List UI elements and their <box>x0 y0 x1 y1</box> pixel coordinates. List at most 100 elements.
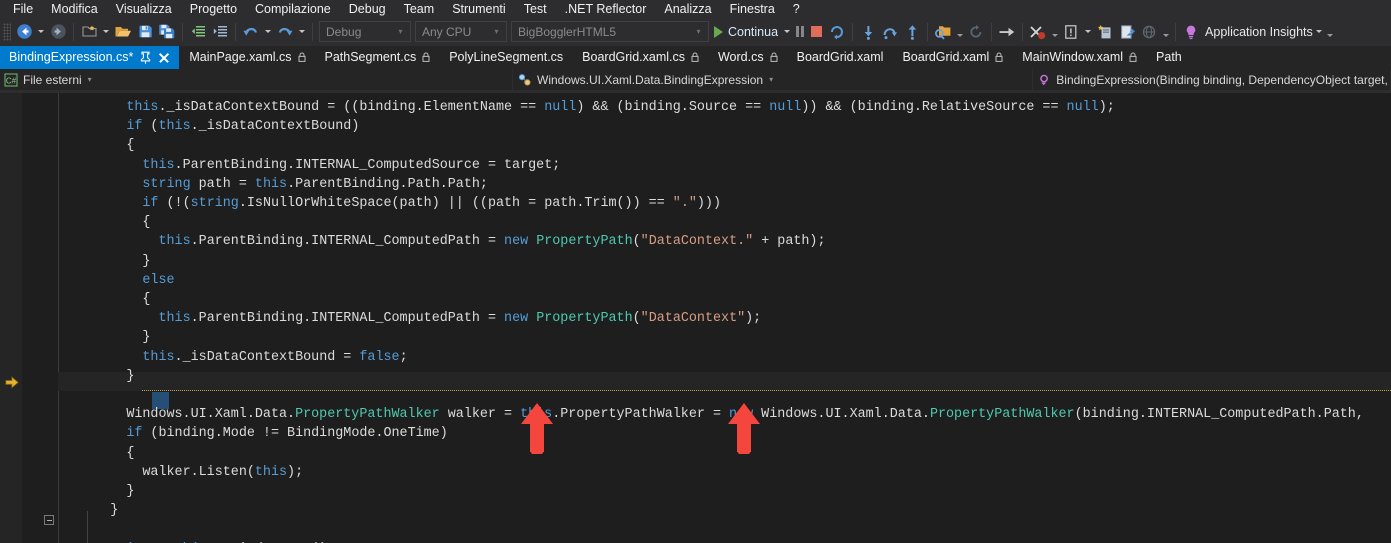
menu-item-compilazione[interactable]: Compilazione <box>246 0 340 18</box>
code-line[interactable]: else <box>142 271 174 290</box>
code-line[interactable]: } <box>126 482 134 501</box>
code-editor[interactable]: this._isDataContextBound = ((binding.Ele… <box>0 93 1391 543</box>
code-line[interactable]: string path = this.ParentBinding.Path.Pa… <box>142 175 488 194</box>
code-text[interactable]: this._isDataContextBound = ((binding.Ele… <box>62 93 1391 543</box>
code-token: PropertyPath <box>536 234 632 249</box>
code-line[interactable]: private object FindSource() <box>110 540 327 543</box>
code-line[interactable]: { <box>126 136 134 155</box>
pause-icon[interactable] <box>796 26 804 37</box>
menu-item-modifica[interactable]: Modifica <box>42 0 107 18</box>
step-into-button[interactable] <box>857 21 879 43</box>
redo-dropdown[interactable] <box>296 21 308 43</box>
code-line[interactable]: if (!(string.IsNullOrWhiteSpace(path) ||… <box>142 194 721 213</box>
menu-item-finestra[interactable]: Finestra <box>721 0 784 18</box>
code-line[interactable]: } <box>110 501 118 520</box>
menu-item-net-reflector[interactable]: .NET Reflector <box>556 0 656 18</box>
code-line[interactable]: } <box>142 328 150 347</box>
close-tab-icon[interactable] <box>158 52 170 64</box>
menu-item-strumenti[interactable]: Strumenti <box>443 0 515 18</box>
indicator-margin[interactable] <box>0 93 22 543</box>
undo-dropdown[interactable] <box>262 21 274 43</box>
code-line[interactable]: } <box>142 252 150 271</box>
code-line[interactable]: this.ParentBinding.INTERNAL_ComputedPath… <box>158 309 761 328</box>
code-line[interactable]: { <box>142 213 150 232</box>
navigate-forward-button[interactable] <box>47 21 69 43</box>
refresh-button[interactable] <box>965 21 987 43</box>
menu-item-[interactable]: ? <box>784 0 809 18</box>
new-project-button[interactable] <box>78 21 100 43</box>
redo-button[interactable] <box>274 21 296 43</box>
code-line[interactable]: this.ParentBinding.INTERNAL_ComputedPath… <box>158 232 825 251</box>
new-item-button[interactable] <box>1094 21 1116 43</box>
code-line[interactable]: { <box>126 444 134 463</box>
open-file-button[interactable] <box>112 21 134 43</box>
go-to-button[interactable] <box>996 21 1018 43</box>
code-line[interactable]: this._isDataContextBound = false; <box>142 348 407 367</box>
save-button[interactable] <box>134 21 156 43</box>
document-tab[interactable]: MainPage.xaml.cs <box>180 46 315 69</box>
startup-project-combo[interactable]: BigBogglerHTML5 ▾ <box>511 21 709 42</box>
code-line[interactable]: walker.Listen(this); <box>142 463 303 482</box>
find-overflow[interactable] <box>954 21 965 43</box>
solution-platform-combo[interactable]: Any CPU ▾ <box>415 21 507 42</box>
code-token: ); <box>1099 100 1115 115</box>
document-tab-label: Path <box>1156 46 1182 69</box>
warning-button[interactable] <box>1060 21 1082 43</box>
find-in-files-button[interactable] <box>932 21 954 43</box>
document-tab[interactable]: MainWindow.xaml <box>1013 46 1147 69</box>
toolbar-grip[interactable] <box>3 23 11 41</box>
menu-item-analizza[interactable]: Analizza <box>655 0 720 18</box>
document-tab[interactable]: Path <box>1147 46 1192 69</box>
navigate-back-dropdown[interactable] <box>35 21 47 43</box>
code-line[interactable]: if (binding.Mode != BindingMode.OneTime) <box>126 424 447 443</box>
web-overflow[interactable] <box>1160 21 1171 43</box>
code-line[interactable]: this._isDataContextBound = ((binding.Ele… <box>126 98 1114 117</box>
menu-item-debug[interactable]: Debug <box>340 0 395 18</box>
menu-item-team[interactable]: Team <box>395 0 444 18</box>
warning-dropdown[interactable] <box>1082 21 1094 43</box>
document-tab[interactable]: PolyLineSegment.cs <box>440 46 573 69</box>
decrease-indent-button[interactable] <box>187 21 209 43</box>
toolbar-overflow[interactable] <box>1325 21 1336 43</box>
document-tab[interactable]: PathSegment.cs <box>316 46 441 69</box>
menu-item-visualizza[interactable]: Visualizza <box>107 0 181 18</box>
save-all-button[interactable] <box>156 21 178 43</box>
code-line[interactable]: { <box>142 290 150 309</box>
menu-item-file[interactable]: File <box>4 0 42 18</box>
breakpoints-button[interactable] <box>1027 21 1049 43</box>
web-button[interactable] <box>1138 21 1160 43</box>
stop-debugging-icon[interactable] <box>811 26 822 37</box>
step-out-button[interactable] <box>901 21 923 43</box>
navbar-type-dropdown[interactable]: Windows.UI.Xaml.Data.BindingExpression ▾ <box>513 69 1033 90</box>
navbar-member-dropdown[interactable]: BindingExpression(Binding binding, Depen… <box>1033 69 1391 90</box>
document-tab[interactable]: BoardGrid.xaml.cs <box>573 46 709 69</box>
collapse-minus-icon[interactable] <box>44 515 54 525</box>
application-insights-dropdown[interactable] <box>1313 21 1325 43</box>
increase-indent-button[interactable] <box>209 21 231 43</box>
document-tab[interactable]: BindingExpression.cs* <box>0 46 180 69</box>
continue-button[interactable]: Continua <box>711 21 781 43</box>
step-over-button[interactable] <box>879 21 901 43</box>
code-line[interactable]: if (this._isDataContextBound) <box>126 117 359 136</box>
add-existing-item-button[interactable] <box>1116 21 1138 43</box>
application-insights-button[interactable] <box>1180 21 1202 43</box>
new-project-dropdown[interactable] <box>100 21 112 43</box>
undo-button[interactable] <box>240 21 262 43</box>
outlining-margin[interactable] <box>40 93 58 543</box>
breakpoints-overflow[interactable] <box>1049 21 1060 43</box>
document-tab[interactable]: Word.cs <box>709 46 788 69</box>
code-line[interactable]: } <box>126 367 134 386</box>
navigate-back-icon <box>16 23 33 40</box>
navigate-back-button[interactable] <box>13 21 35 43</box>
navbar-project-dropdown[interactable]: C# File esterni ▾ <box>0 69 513 90</box>
solution-configuration-combo[interactable]: Debug ▾ <box>319 21 411 42</box>
restart-button[interactable] <box>826 21 848 43</box>
menu-item-test[interactable]: Test <box>515 0 556 18</box>
document-tab[interactable]: BoardGrid.xaml <box>788 46 894 69</box>
document-tab[interactable]: BoardGrid.xaml <box>893 46 1013 69</box>
continue-dropdown[interactable] <box>781 21 793 43</box>
pin-tab-icon[interactable] <box>140 51 151 64</box>
code-line[interactable]: this.ParentBinding.INTERNAL_ComputedSour… <box>142 156 560 175</box>
toolbar-separator-1 <box>73 23 74 41</box>
menu-item-progetto[interactable]: Progetto <box>181 0 246 18</box>
